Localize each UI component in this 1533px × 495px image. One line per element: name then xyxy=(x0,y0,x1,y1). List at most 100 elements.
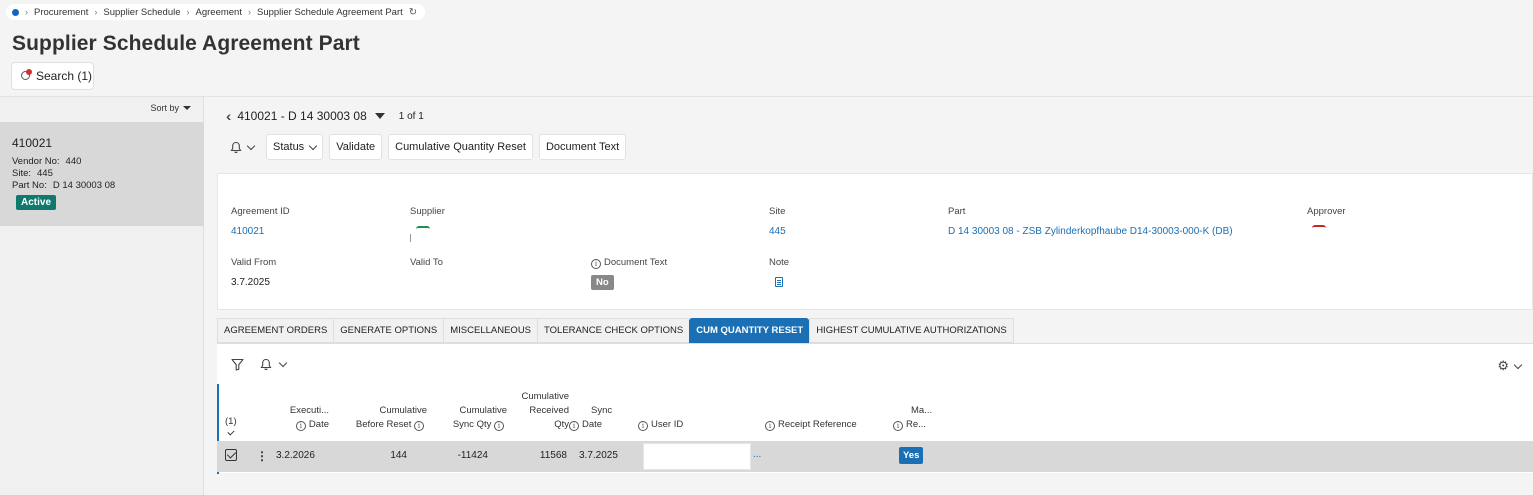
user-id-input[interactable] xyxy=(643,443,751,470)
search-icon xyxy=(21,69,33,82)
info-icon[interactable]: i xyxy=(494,421,504,431)
refresh-icon[interactable]: ↻ xyxy=(409,7,417,18)
info-icon[interactable]: i xyxy=(638,421,648,431)
col-cumulative-sync-qty[interactable]: Cumulative Sync Qty i xyxy=(435,404,507,432)
sort-by-label: Sort by xyxy=(150,103,179,113)
col-label-line: Sync xyxy=(591,405,613,416)
validate-button[interactable]: Validate xyxy=(329,134,383,160)
col-execution-date[interactable]: Executi... i Date xyxy=(271,404,329,432)
cell-cumulative-before-reset: 144 xyxy=(390,450,407,461)
note-field: Note xyxy=(769,257,789,290)
valid-from-field: Valid From 3.7.2025 xyxy=(231,257,276,288)
valid-from-label: Valid From xyxy=(231,257,277,268)
info-icon[interactable]: i xyxy=(893,421,903,431)
col-sync-date[interactable]: Sync i Date xyxy=(569,404,619,432)
supplier-avatar-icon[interactable] xyxy=(410,220,445,245)
tab-tolerance-check-options[interactable]: TOLERANCE CHECK OPTIONS xyxy=(537,318,690,343)
site-link[interactable]: 445 xyxy=(769,226,786,237)
breadcrumb: › Procurement › Supplier Schedule › Agre… xyxy=(6,4,426,20)
row-checkbox[interactable] xyxy=(225,449,237,461)
select-all-check-icon[interactable] xyxy=(227,428,235,436)
info-icon[interactable]: i xyxy=(295,421,306,431)
note-icon[interactable] xyxy=(775,277,783,287)
status-button-label: Status xyxy=(273,141,305,153)
col-label-line: Re... xyxy=(906,419,927,430)
search-button[interactable]: Search (1) xyxy=(11,62,94,90)
part-field: Part D 14 30003 08 - ZSB Zylinderkopfhau… xyxy=(948,206,1233,237)
approver-label: Approver xyxy=(1307,206,1346,217)
site-label: Site xyxy=(769,206,786,217)
col-label-line: Received xyxy=(529,405,569,416)
cell-sync-date: 3.7.2025 xyxy=(579,450,618,461)
kebab-icon[interactable]: ⋮ xyxy=(256,449,268,463)
col-label-line: Receipt Reference xyxy=(778,419,857,430)
agreement-detail-card: Agreement ID 410021 Supplier Site 445 Pa… xyxy=(217,173,1533,310)
col-label-line: Cumulative xyxy=(521,391,569,402)
tab-cum-quantity-reset[interactable]: CUM QUANTITY RESET xyxy=(689,318,810,343)
col-label-line: Ma... xyxy=(911,405,933,416)
chevron-right-icon: › xyxy=(25,7,28,17)
col-manual-reset[interactable]: Ma... i Re... xyxy=(893,404,932,432)
info-icon[interactable]: i xyxy=(591,259,601,269)
valid-from-value: 3.7.2025 xyxy=(231,277,270,288)
selection-count: (1) xyxy=(225,416,237,427)
record-card-vendor: Vendor No: 440 xyxy=(12,156,82,167)
grid-settings-menu[interactable]: ⚙ xyxy=(1497,358,1523,374)
chevron-right-icon: › xyxy=(94,7,98,17)
col-label-line: Qty xyxy=(554,419,569,430)
cumulative-quantity-reset-button[interactable]: Cumulative Quantity Reset xyxy=(388,134,533,160)
col-label-line: Sync Qty xyxy=(452,419,492,430)
col-label-line: Date xyxy=(582,419,603,430)
header-divider xyxy=(0,96,1533,97)
table-row[interactable]: ⋮ 3.2.2026 144 -11424 11568 3.7.2025 ...… xyxy=(217,441,1533,472)
supplier-label: Supplier xyxy=(410,206,445,217)
page-title: Supplier Schedule Agreement Part xyxy=(12,32,360,55)
info-icon[interactable]: i xyxy=(569,421,579,431)
approver-avatar-icon[interactable] xyxy=(1312,219,1346,231)
sort-by-dropdown[interactable]: Sort by xyxy=(150,103,191,113)
home-dot-icon[interactable] xyxy=(12,8,19,16)
filter-icon[interactable] xyxy=(231,358,244,371)
chevron-down-icon xyxy=(308,141,318,150)
tab-agreement-orders[interactable]: AGREEMENT ORDERS xyxy=(217,318,334,343)
col-user-id[interactable]: i User ID xyxy=(638,418,683,432)
record-dropdown-icon[interactable] xyxy=(374,113,385,119)
cell-cumulative-sync-qty: -11424 xyxy=(457,450,488,461)
col-label-line: Cumulative xyxy=(459,405,507,416)
col-cumulative-received-qty[interactable]: Cumulative Received Qty xyxy=(513,390,569,432)
status-button[interactable]: Status xyxy=(266,134,324,160)
receipt-reference-link[interactable]: ... xyxy=(753,449,761,460)
col-cumulative-before-reset[interactable]: Cumulative Before Reset i xyxy=(347,404,427,432)
breadcrumb-agreement[interactable]: Agreement xyxy=(196,7,242,18)
collapse-panel-icon[interactable]: ‹‹ xyxy=(226,108,233,124)
tab-miscellaneous[interactable]: MISCELLANEOUS xyxy=(443,318,538,343)
caret-down-icon xyxy=(183,106,191,110)
bell-icon xyxy=(260,358,272,371)
breadcrumb-procurement[interactable]: Procurement xyxy=(34,7,88,18)
notifications-menu[interactable] xyxy=(224,134,260,160)
agreement-id-label: Agreement ID xyxy=(231,206,290,217)
record-title: 410021 - D 14 30003 08 xyxy=(237,109,367,123)
tab-highest-cumulative-authorizations[interactable]: HIGHEST CUMULATIVE AUTHORIZATIONS xyxy=(809,318,1014,343)
record-card[interactable]: 410021 Vendor No: 440 Site: 445 Part No: D … xyxy=(0,122,204,226)
info-icon[interactable]: i xyxy=(414,421,424,431)
tab-generate-options[interactable]: GENERATE OPTIONS xyxy=(333,318,444,343)
breadcrumb-supplier-schedule[interactable]: Supplier Schedule xyxy=(103,7,180,18)
col-label-line: Before Reset xyxy=(355,419,412,430)
col-receipt-reference[interactable]: i Receipt Reference xyxy=(765,418,857,432)
part-link[interactable]: D 14 30003 08 - ZSB Zylinderkopfhaube D1… xyxy=(948,226,1233,237)
grid-notifications-menu[interactable] xyxy=(260,358,288,371)
record-card-site: Site: 445 xyxy=(12,168,53,179)
info-icon[interactable]: i xyxy=(765,421,775,431)
supplier-field: Supplier xyxy=(410,206,445,245)
valid-to-label: Valid To xyxy=(410,257,443,268)
document-text-button[interactable]: Document Text xyxy=(538,134,627,160)
note-label: Note xyxy=(769,257,790,268)
cell-execution-date: 3.2.2026 xyxy=(276,450,315,461)
record-navigator: ‹‹ 410021 - D 14 30003 08 1 of 1 xyxy=(226,108,424,124)
col-label-line: Date xyxy=(308,419,329,430)
record-list-panel: Sort by 410021 Vendor No: 440 Site: 445 Pa… xyxy=(0,97,204,495)
agreement-id-link[interactable]: 410021 xyxy=(231,226,290,237)
breadcrumb-current: Supplier Schedule Agreement Part xyxy=(256,6,403,18)
search-button-label: Search (1) xyxy=(36,69,93,83)
